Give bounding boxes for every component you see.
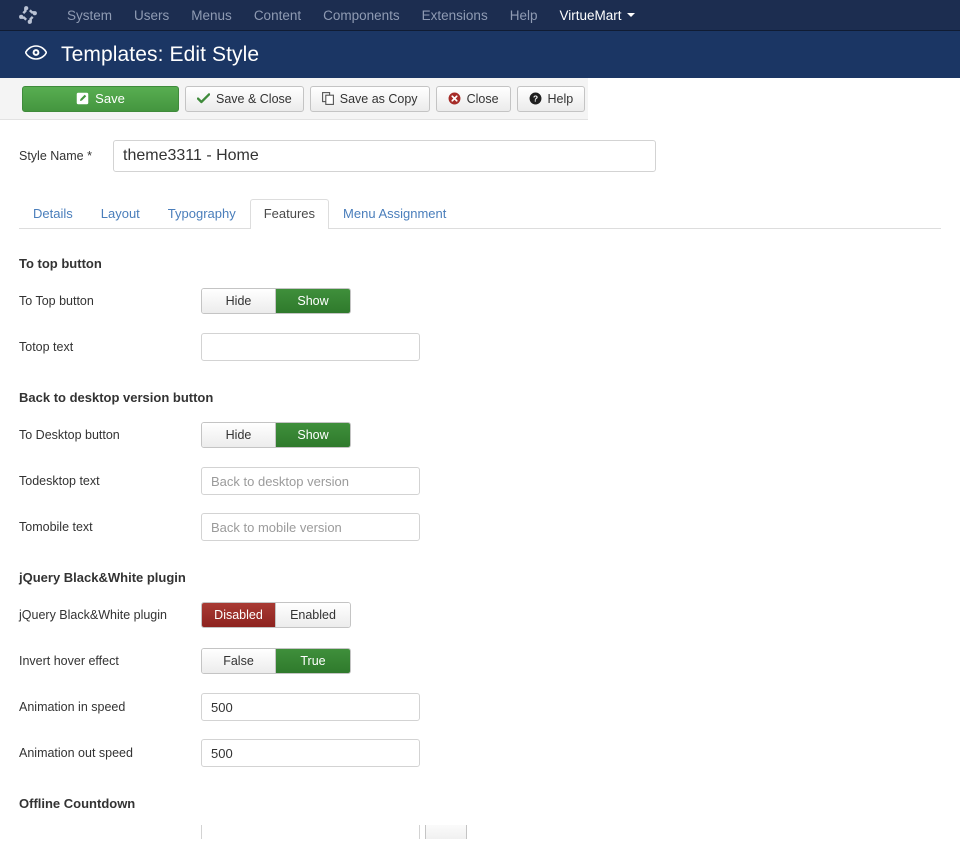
edit-square-icon: [76, 92, 89, 105]
help-button-label: Help: [547, 91, 574, 106]
toggle-option-show[interactable]: Show: [276, 289, 350, 313]
nav-item-help[interactable]: Help: [499, 0, 549, 31]
tab-bar: Details Layout Typography Features Menu …: [19, 198, 941, 229]
page-title: Templates: Edit Style: [61, 42, 260, 66]
svg-text:?: ?: [532, 94, 537, 104]
toggle-to-desktop-button[interactable]: Hide Show: [201, 422, 351, 448]
save-and-close-button[interactable]: Save & Close: [185, 85, 304, 112]
style-name-label: Style Name *: [19, 149, 92, 163]
group-title-blackwhite: jQuery Black&White plugin: [19, 570, 186, 585]
toggle-to-top-button[interactable]: Hide Show: [201, 288, 351, 314]
save-and-close-label: Save & Close: [216, 91, 292, 106]
animation-in-speed-input[interactable]: [201, 693, 420, 721]
nav-item-components[interactable]: Components: [312, 0, 411, 31]
close-button[interactable]: Close: [435, 85, 511, 112]
toggle-option-false[interactable]: False: [202, 649, 276, 673]
close-button-label: Close: [466, 91, 499, 106]
style-name-input[interactable]: [113, 140, 656, 172]
field-tomobile-text: Tomobile text: [19, 511, 941, 543]
tab-details[interactable]: Details: [19, 199, 87, 229]
toggle-option-hide[interactable]: Hide: [202, 423, 276, 447]
field-label-invert-hover: Invert hover effect: [19, 654, 119, 668]
style-name-row: Style Name *: [0, 120, 960, 172]
offline-countdown-picker-button[interactable]: [425, 825, 467, 839]
animation-out-speed-input[interactable]: [201, 739, 420, 767]
toggle-option-enabled[interactable]: Enabled: [276, 603, 350, 627]
edit-style-form: Style Name * Details Layout Typography F…: [0, 120, 960, 839]
todesktop-text-input[interactable]: [201, 467, 420, 495]
field-label-blackwhite-plugin: jQuery Black&White plugin: [19, 608, 167, 622]
field-invert-hover: Invert hover effect False True: [19, 645, 941, 677]
save-as-copy-button[interactable]: Save as Copy: [309, 85, 430, 112]
tab-features[interactable]: Features: [249, 199, 330, 229]
field-label-tomobile-text: Tomobile text: [19, 520, 93, 534]
field-label-to-top-button: To Top button: [19, 294, 94, 308]
nav-item-content[interactable]: Content: [243, 0, 312, 31]
field-to-top-button: To Top button Hide Show: [19, 285, 941, 317]
close-circle-icon: [448, 92, 461, 105]
field-offline-countdown-clipped: [19, 825, 941, 839]
field-label-totop-text: Totop text: [19, 340, 74, 354]
group-title-to-top: To top button: [19, 256, 102, 271]
field-todesktop-text: Todesktop text: [19, 465, 941, 497]
copy-icon: [321, 92, 334, 105]
group-title-to-desktop: Back to desktop version button: [19, 390, 214, 405]
tomobile-text-input[interactable]: [201, 513, 420, 541]
page-header: Templates: Edit Style: [0, 31, 960, 78]
toolbar: Save Save & Close Save as Copy Close ? H…: [0, 78, 588, 120]
features-panel: To top button To Top button Hide Show To…: [0, 256, 960, 839]
offline-countdown-input[interactable]: [201, 825, 420, 839]
group-title-offline-countdown: Offline Countdown: [19, 796, 136, 811]
field-label-todesktop-text: Todesktop text: [19, 474, 100, 488]
nav-item-system[interactable]: System: [56, 0, 123, 31]
check-icon: [197, 93, 210, 104]
save-button-label: Save: [95, 91, 125, 106]
question-circle-icon: ?: [529, 92, 542, 105]
toggle-option-disabled[interactable]: Disabled: [202, 603, 276, 627]
tab-typography[interactable]: Typography: [154, 199, 250, 229]
toggle-option-show[interactable]: Show: [276, 423, 350, 447]
field-totop-text: Totop text: [19, 331, 941, 363]
chevron-down-icon[interactable]: [626, 13, 635, 17]
nav-item-users[interactable]: Users: [123, 0, 180, 31]
toggle-blackwhite-plugin[interactable]: Disabled Enabled: [201, 602, 351, 628]
toggle-option-true[interactable]: True: [276, 649, 350, 673]
save-button[interactable]: Save: [22, 85, 179, 112]
field-animation-in-speed: Animation in speed: [19, 691, 941, 723]
nav-item-menus[interactable]: Menus: [180, 0, 243, 31]
field-animation-out-speed: Animation out speed: [19, 737, 941, 769]
joomla-logo-icon[interactable]: [18, 5, 38, 25]
tab-layout[interactable]: Layout: [87, 199, 154, 229]
nav-item-extensions[interactable]: Extensions: [411, 0, 499, 31]
tab-menu-assignment[interactable]: Menu Assignment: [329, 199, 460, 229]
field-to-desktop-button: To Desktop button Hide Show: [19, 419, 941, 451]
field-label-animation-out-speed: Animation out speed: [19, 746, 133, 760]
eye-icon: [24, 44, 48, 65]
admin-navbar: System Users Menus Content Components Ex…: [0, 0, 960, 31]
help-button[interactable]: ? Help: [516, 85, 586, 112]
toggle-invert-hover[interactable]: False True: [201, 648, 351, 674]
save-as-copy-label: Save as Copy: [339, 91, 418, 106]
nav-item-virtuemart[interactable]: VirtueMart: [548, 0, 625, 31]
totop-text-input[interactable]: [201, 333, 420, 361]
field-label-to-desktop-button: To Desktop button: [19, 428, 120, 442]
toggle-option-hide[interactable]: Hide: [202, 289, 276, 313]
field-blackwhite-plugin: jQuery Black&White plugin Disabled Enabl…: [19, 599, 941, 631]
field-label-animation-in-speed: Animation in speed: [19, 700, 126, 714]
